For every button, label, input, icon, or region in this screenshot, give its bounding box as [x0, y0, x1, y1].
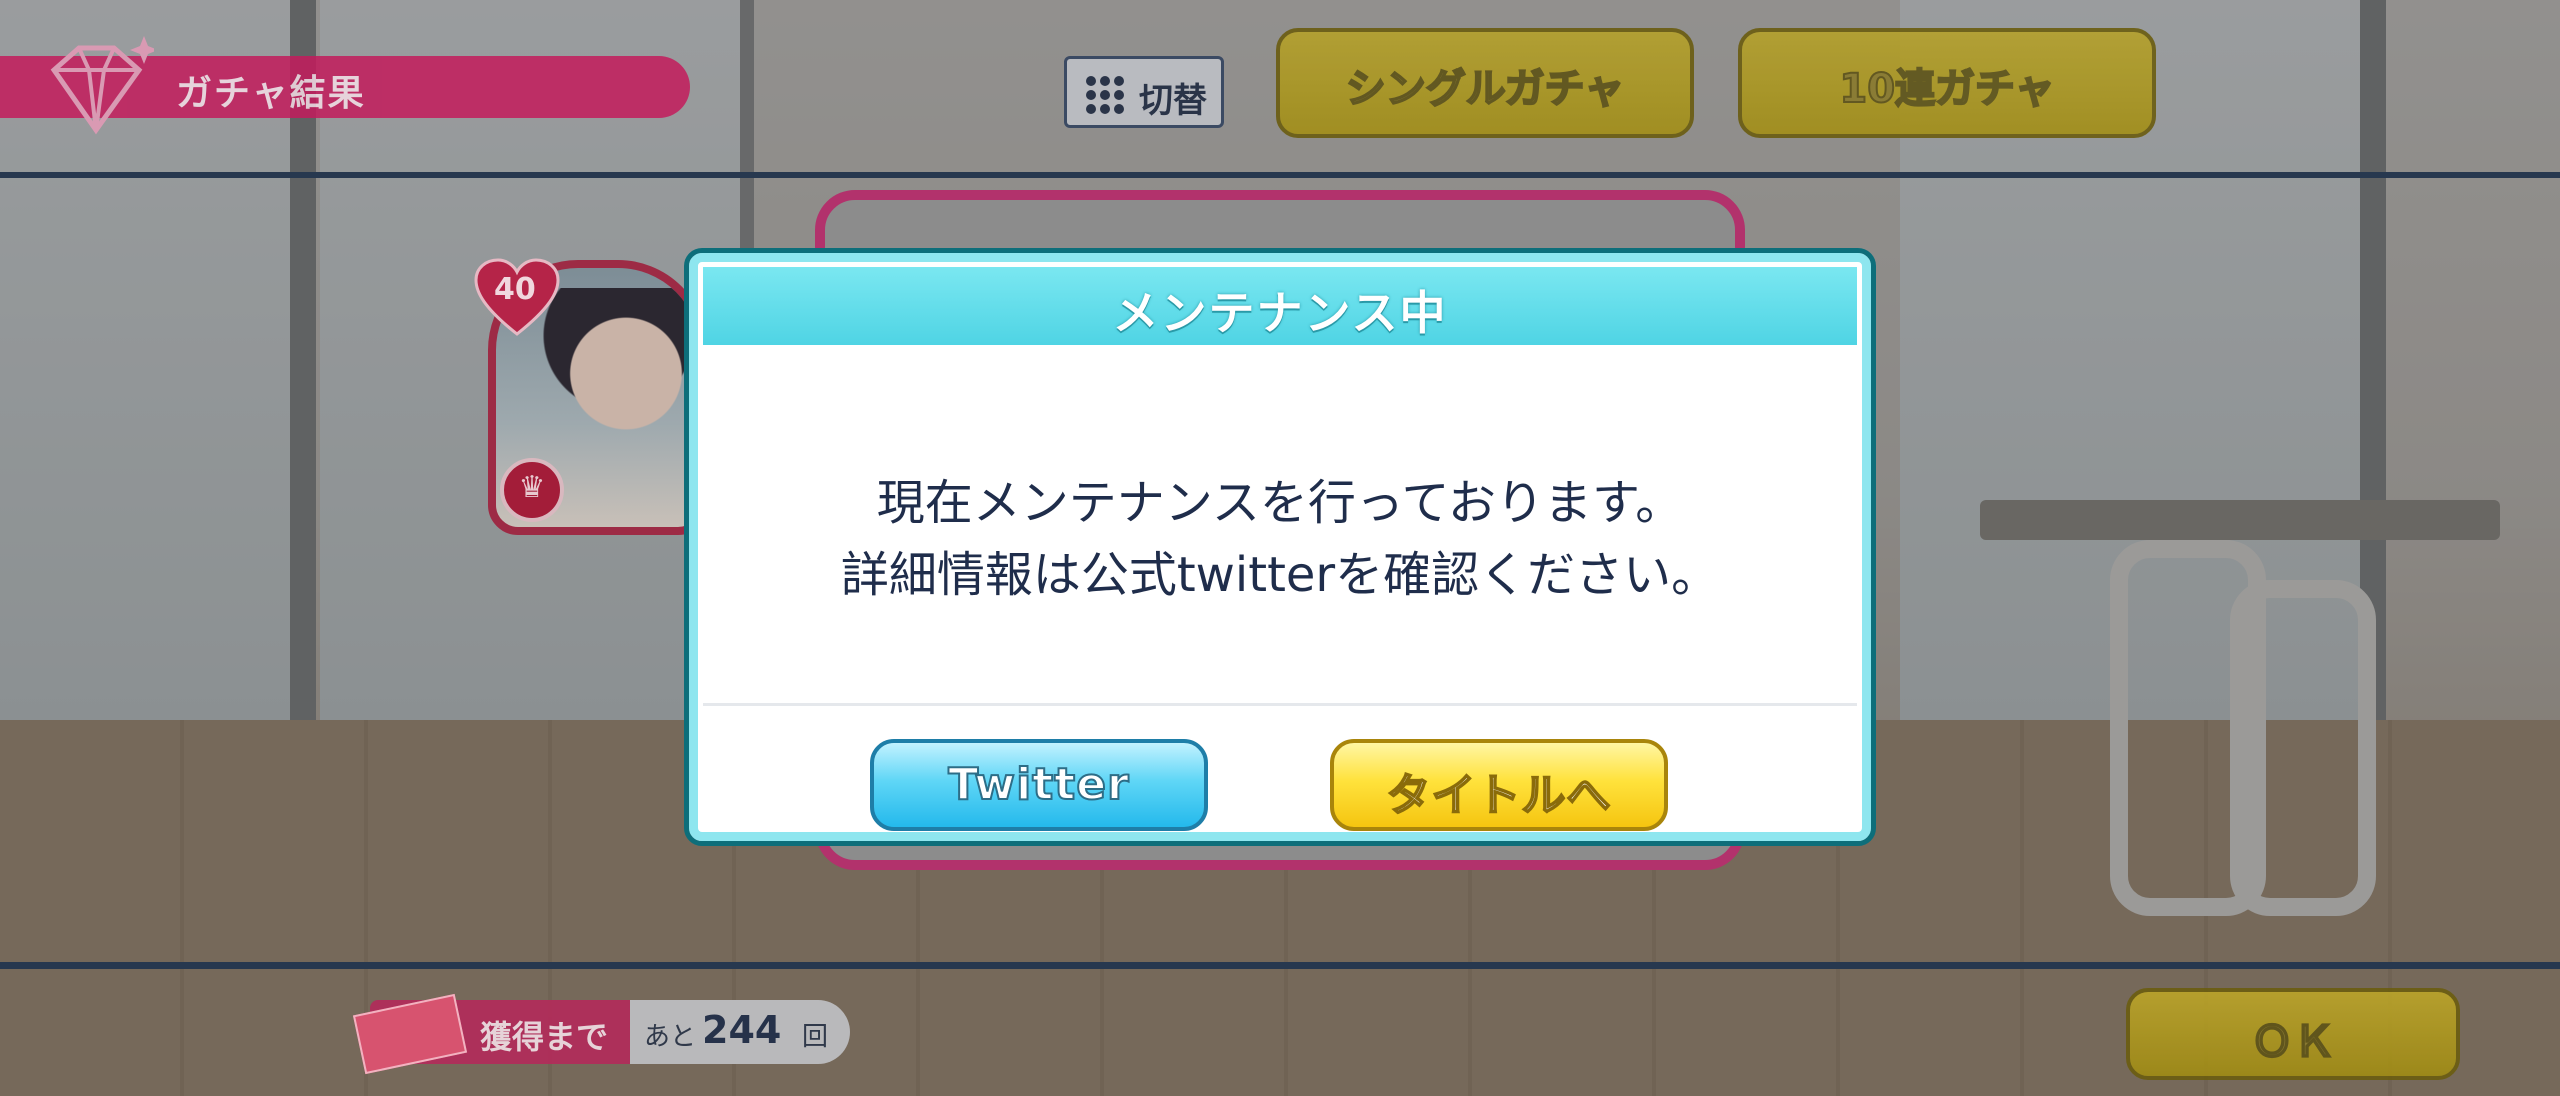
dialog-title: メンテナンス中 [1112, 286, 1448, 340]
crown-icon: ♛ [500, 458, 564, 522]
gem-icon [50, 36, 154, 135]
twitter-button[interactable]: Twitter [870, 739, 1208, 831]
ok-button[interactable]: ＯＫ [2126, 988, 2460, 1080]
ten-gacha-label: 10連ガチャ [1838, 65, 2055, 113]
twitter-button-label: Twitter [947, 758, 1130, 811]
header-stripe [703, 345, 1857, 353]
header-divider [0, 172, 2560, 178]
back-to-title-label: タイトルへ [1386, 769, 1612, 822]
ten-gacha-button[interactable]: 10連ガチャ [1738, 28, 2156, 138]
remaining-count-box: あと 244 回 [630, 1000, 850, 1064]
dialog-divider [703, 703, 1857, 706]
switch-button[interactable]: 切替 [1064, 56, 1224, 128]
acquisition-counter: 獲得まで あと 244 回 [352, 993, 850, 1075]
remaining-count: 244 [702, 1008, 782, 1052]
remaining-suffix: 回 [802, 1022, 829, 1052]
dialog-header: メンテナンス中 [703, 267, 1857, 353]
single-gacha-button[interactable]: シングルガチャ [1276, 28, 1694, 138]
grid-icon [1086, 76, 1124, 114]
ok-label: ＯＫ [2250, 1016, 2336, 1067]
page-title: ガチャ結果 [176, 73, 366, 114]
dialog-message-line2: 詳細情報は公式twitterを確認ください。 [840, 547, 1720, 603]
dialog-body: メンテナンス中 現在メンテナンスを行っております。 詳細情報は公式twitter… [703, 267, 1857, 831]
dialog-message: 現在メンテナンスを行っております。 詳細情報は公式twitterを確認ください。 [703, 467, 1857, 611]
footer-divider [0, 962, 2560, 969]
dialog-message-line1: 現在メンテナンスを行っております。 [876, 475, 1684, 531]
remaining-prefix: あと [644, 1022, 697, 1052]
switch-label: 切替 [1139, 81, 1207, 121]
acquisition-label: 獲得まで [480, 1018, 609, 1056]
heart-icon [474, 258, 560, 336]
maintenance-dialog: メンテナンス中 現在メンテナンスを行っております。 詳細情報は公式twitter… [684, 248, 1876, 846]
single-gacha-label: シングルガチャ [1345, 65, 1625, 113]
back-to-title-button[interactable]: タイトルへ [1330, 739, 1668, 831]
